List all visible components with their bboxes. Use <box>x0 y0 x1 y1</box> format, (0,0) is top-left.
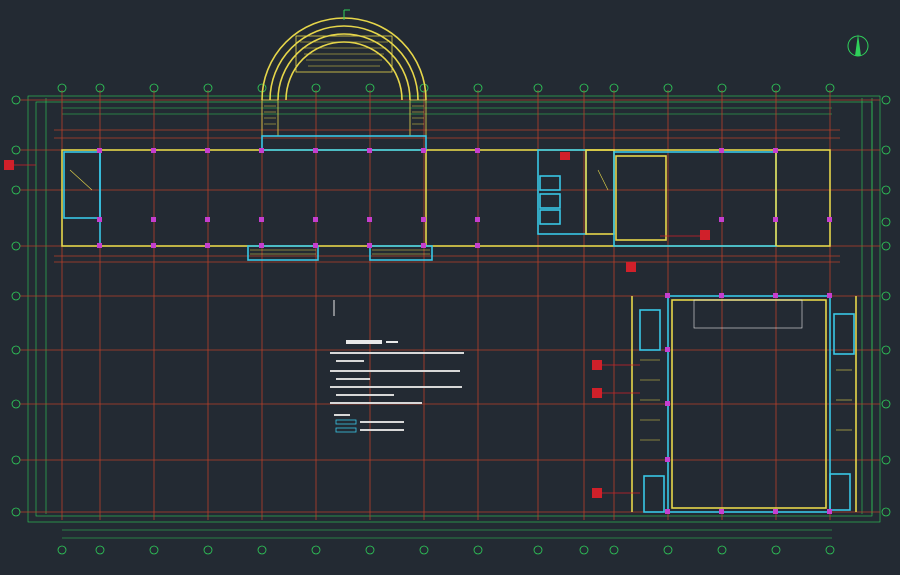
cad-floor-plan <box>0 0 900 575</box>
drawing-background <box>0 0 900 575</box>
